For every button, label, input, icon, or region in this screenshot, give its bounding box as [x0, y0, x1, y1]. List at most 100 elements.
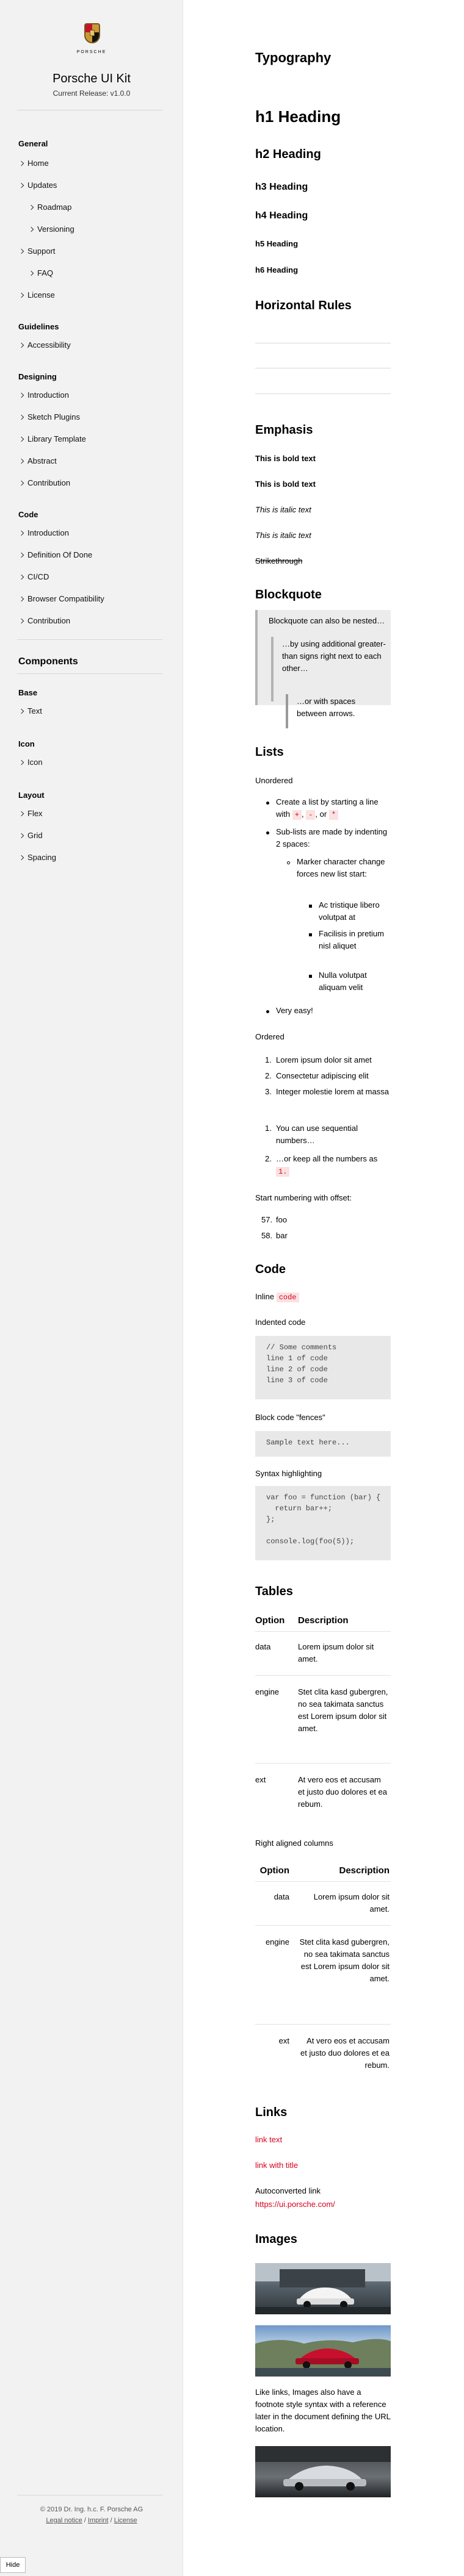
table-cell-description: Stet clita kasd gubergren, no sea takima… — [298, 1687, 388, 1733]
chevron-right-icon — [18, 292, 24, 298]
h5-heading: h5 Heading — [255, 239, 299, 248]
nav-group-layout: Layout — [18, 791, 45, 800]
bold-text: This is bold text — [255, 479, 316, 489]
table-cell-option: ext — [278, 2036, 289, 2045]
sidebar-item-icon[interactable]: Icon — [18, 758, 43, 767]
chevron-right-icon — [18, 618, 24, 623]
sidebar-item-support[interactable]: Support — [18, 246, 56, 256]
section-links: Links — [255, 2106, 288, 2119]
list-number: 2. — [265, 1071, 272, 1080]
autoconverted-link[interactable]: https://ui.porsche.com/ — [255, 2200, 335, 2209]
blockquote-text: Blockquote can also be nested… — [269, 616, 385, 625]
bullet — [266, 831, 269, 834]
blockquote-bar — [286, 694, 288, 728]
section-tables: Tables — [255, 1585, 293, 1598]
sidebar-item-library-template[interactable]: Library Template — [18, 434, 86, 443]
table-cell-description: At vero eos et accusam et justo duo dolo… — [298, 1775, 387, 1809]
link-text[interactable]: link text — [255, 2135, 282, 2144]
current-release: Current Release: v1.0.0 — [53, 89, 131, 98]
h2-heading: h2 Heading — [255, 148, 321, 161]
blockquote-bar — [271, 637, 274, 701]
nav-group-icon: Icon — [18, 739, 35, 748]
syntax-label: Syntax highlighting — [255, 1469, 322, 1478]
list-item: Integer molestie lorem at massa — [276, 1087, 389, 1096]
sidebar-item-text[interactable]: Text — [18, 706, 42, 716]
list-number: 3. — [265, 1087, 272, 1096]
chevron-right-icon — [28, 270, 34, 276]
section-code: Code — [255, 1263, 286, 1276]
kit-title: Porsche UI Kit — [53, 72, 131, 85]
sidebar-item-code-introduction[interactable]: Introduction — [18, 528, 69, 537]
table-divider — [255, 1881, 391, 1882]
unordered-label: Unordered — [255, 776, 293, 785]
list-item: Marker character change forces new list … — [297, 857, 385, 878]
table-divider — [255, 1675, 391, 1676]
syntax-code-block: var foo = function (bar) { return bar++;… — [255, 1486, 391, 1560]
hide-sidebar-button[interactable]: Hide — [0, 2557, 26, 2573]
sidebar-item-home[interactable]: Home — [18, 159, 49, 168]
chevron-right-icon — [18, 182, 24, 188]
sidebar-item-license[interactable]: License — [18, 290, 55, 300]
chevron-right-icon — [18, 855, 24, 860]
sidebar-item-sketch-plugins[interactable]: Sketch Plugins — [18, 412, 80, 422]
sidebar-item-flex[interactable]: Flex — [18, 809, 43, 818]
sidebar-item-updates[interactable]: Updates — [18, 181, 57, 190]
sidebar-item-introduction[interactable]: Introduction — [18, 390, 69, 400]
fences-code-block: Sample text here... — [255, 1431, 391, 1457]
table-header-description: Description — [298, 1615, 349, 1626]
list-item: Nulla volutpat aliquam velit — [319, 970, 367, 992]
chevron-right-icon — [28, 226, 34, 232]
sidebar-item-accessibility[interactable]: Accessibility — [18, 340, 71, 350]
indented-code-block: // Some comments line 1 of code line 2 o… — [255, 1336, 391, 1399]
porsche-wordmark: PORSCHE — [76, 50, 107, 54]
list-number: 1. — [265, 1124, 272, 1133]
sidebar-item-contribution[interactable]: Contribution — [18, 478, 70, 487]
sidebar-item-roadmap[interactable]: Roadmap — [28, 203, 71, 212]
section-blockquote: Blockquote — [255, 588, 322, 601]
porsche-crest-logo[interactable] — [80, 23, 104, 54]
sidebar-item-grid[interactable]: Grid — [18, 831, 43, 840]
offset-label: Start numbering with offset: — [255, 1193, 352, 1202]
bullet — [266, 802, 269, 805]
chevron-right-icon — [18, 458, 24, 464]
list-item: Facilisis in pretium nisl aliquet — [319, 929, 384, 950]
link-with-title[interactable]: link with title — [255, 2161, 298, 2170]
legal-notice-link[interactable]: Legal notice — [46, 2517, 82, 2524]
chevron-right-icon — [18, 342, 24, 348]
fences-label: Block code "fences" — [255, 1413, 325, 1422]
sidebar-item-versioning[interactable]: Versioning — [28, 224, 74, 234]
car-image — [255, 2446, 391, 2497]
nav-group-base: Base — [18, 688, 38, 697]
blockquote-bar — [255, 610, 258, 705]
autoconverted-label: Autoconverted link — [255, 2186, 321, 2195]
sidebar-item-abstract[interactable]: Abstract — [18, 456, 57, 465]
bullet — [309, 933, 312, 936]
components-title: Components — [18, 656, 78, 667]
table-header-option: Option — [259, 1865, 289, 1876]
section-emphasis: Emphasis — [255, 423, 313, 437]
license-link[interactable]: License — [114, 2517, 137, 2524]
list-item: bar — [276, 1231, 288, 1240]
chevron-right-icon — [18, 596, 24, 601]
imprint-link[interactable]: Imprint — [88, 2517, 109, 2524]
list-item: Create a list by starting a line with +,… — [276, 797, 379, 820]
chevron-right-icon — [18, 574, 24, 579]
table-cell-option: data — [274, 1892, 289, 1901]
chevron-right-icon — [18, 414, 24, 420]
car-image — [255, 2263, 391, 2314]
table-divider — [255, 1925, 391, 1926]
list-item: Sub-lists are made by indenting 2 spaces… — [276, 827, 388, 849]
sidebar-item-code-contribution[interactable]: Contribution — [18, 616, 70, 625]
sidebar-item-faq[interactable]: FAQ — [28, 268, 53, 278]
sidebar-item-browser-compatibility[interactable]: Browser Compatibility — [18, 594, 104, 603]
nav-group-designing: Designing — [18, 372, 57, 381]
sidebar-item-ci-cd[interactable]: CI/CD — [18, 572, 49, 581]
h1-heading: h1 Heading — [255, 107, 341, 126]
list-number: 58. — [261, 1231, 273, 1240]
h3-heading: h3 Heading — [255, 182, 308, 192]
h6-heading: h6 Heading — [255, 265, 299, 274]
list-number: 57. — [261, 1215, 273, 1224]
sidebar-item-spacing[interactable]: Spacing — [18, 853, 56, 862]
chevron-right-icon — [18, 811, 24, 816]
sidebar-item-definition-of-done[interactable]: Definition Of Done — [18, 550, 92, 559]
